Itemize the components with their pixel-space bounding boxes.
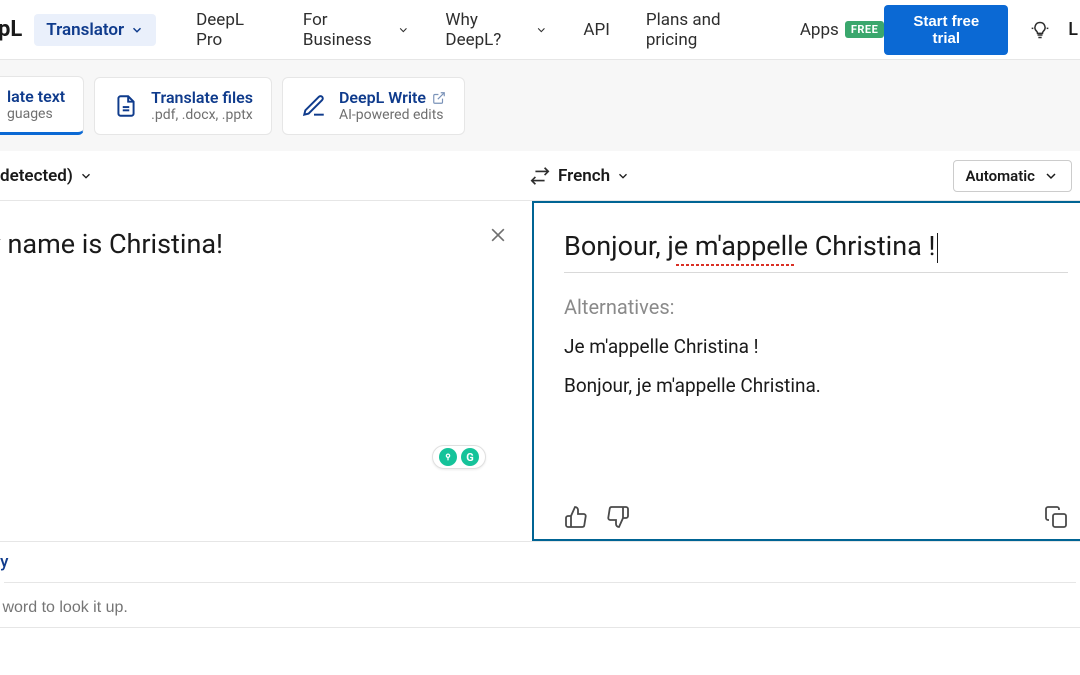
top-header: pL Translator DeepL Pro For Business Why… — [0, 0, 1080, 60]
target-language-label: French — [558, 166, 610, 186]
source-lang-area: detected) — [0, 166, 530, 186]
chevron-down-icon — [397, 23, 410, 37]
source-language-dropdown[interactable]: detected) — [0, 166, 93, 186]
target-pane: Bonjour, je m'appelle Christina ! Altern… — [532, 201, 1080, 541]
nav-why-deepl[interactable]: Why DeepL? — [445, 10, 547, 50]
tone-automatic-dropdown[interactable]: Automatic — [953, 160, 1073, 192]
close-icon — [488, 225, 508, 245]
alternative-2[interactable]: Bonjour, je m'appelle Christina. — [564, 374, 1068, 397]
dictionary-title: ry — [0, 552, 1076, 572]
header-right: L — [1008, 19, 1072, 40]
copy-button[interactable] — [1044, 505, 1068, 529]
chevron-down-icon — [79, 169, 93, 183]
target-language-dropdown[interactable]: French — [558, 166, 630, 186]
chevron-down-icon — [616, 169, 630, 183]
alternative-1[interactable]: Je m'appelle Christina ! — [564, 335, 1068, 358]
swap-icon — [529, 165, 551, 187]
login-link[interactable]: L — [1068, 19, 1078, 40]
translation-panes: y name is Christina! G Bonjour, je m'app… — [0, 201, 1080, 541]
chevron-down-icon — [1043, 168, 1059, 184]
chevron-down-icon — [130, 23, 144, 37]
tone-automatic-label: Automatic — [966, 167, 1036, 185]
mode-translate-text[interactable]: late text guages — [0, 76, 84, 135]
clear-source-button[interactable] — [488, 225, 508, 245]
text-cursor — [937, 233, 938, 263]
source-language-label: detected) — [0, 166, 73, 186]
mode-deepl-write[interactable]: DeepL Write AI-powered edits — [282, 77, 465, 135]
top-nav: DeepL Pro For Business Why DeepL? API Pl… — [196, 10, 884, 50]
grammarly-widget[interactable]: G — [432, 445, 486, 469]
nav-apps-label: Apps — [800, 20, 839, 40]
nav-for-business[interactable]: For Business — [303, 10, 410, 50]
target-lang-area: French Automatic — [530, 160, 1080, 192]
grammarly-pin-icon — [439, 448, 457, 466]
external-link-icon — [432, 91, 446, 105]
target-actions — [564, 505, 1068, 529]
grammarly-logo-icon: G — [461, 448, 479, 466]
target-divider — [564, 272, 1068, 273]
nav-why-deepl-label: Why DeepL? — [445, 10, 528, 50]
language-bar: detected) French Automatic — [0, 151, 1080, 201]
source-text[interactable]: y name is Christina! — [0, 227, 504, 262]
mode-write-sub: AI-powered edits — [339, 107, 446, 123]
lightbulb-icon[interactable] — [1030, 20, 1050, 40]
product-dropdown[interactable]: Translator — [34, 14, 156, 46]
mode-translate-files[interactable]: Translate files .pdf, .docx, .pptx — [94, 77, 272, 135]
nav-for-business-label: For Business — [303, 10, 391, 50]
mode-translate-text-sub: guages — [7, 106, 65, 122]
mode-translate-files-sub: .pdf, .docx, .pptx — [151, 107, 253, 123]
dictionary-section: ry — [0, 541, 1080, 628]
alternatives-label: Alternatives: — [564, 295, 1068, 319]
mode-write-title: DeepL Write — [339, 88, 446, 107]
thumbs-up-button[interactable] — [564, 505, 588, 529]
chevron-down-icon — [535, 23, 548, 37]
product-dropdown-label: Translator — [46, 20, 124, 40]
source-pane[interactable]: y name is Christina! G — [0, 201, 532, 541]
free-badge: FREE — [845, 21, 884, 38]
thumbs-down-button[interactable] — [606, 505, 630, 529]
pencil-icon — [301, 93, 327, 119]
logo[interactable]: pL — [0, 17, 34, 42]
mode-translate-text-title: late text — [7, 87, 65, 106]
dictionary-input[interactable] — [0, 599, 1070, 617]
start-free-trial-button[interactable]: Start free trial — [884, 5, 1008, 55]
swap-languages-button[interactable] — [526, 162, 554, 190]
mode-bar: late text guages Translate files .pdf, .… — [0, 60, 1080, 151]
mode-translate-files-title: Translate files — [151, 88, 253, 107]
spellcheck-underline — [676, 264, 794, 266]
document-icon — [113, 93, 139, 119]
nav-api[interactable]: API — [583, 20, 609, 40]
nav-plans[interactable]: Plans and pricing — [646, 10, 764, 50]
target-text[interactable]: Bonjour, je m'appelle Christina ! — [564, 229, 938, 264]
nav-deepl-pro[interactable]: DeepL Pro — [196, 10, 267, 50]
dictionary-input-row — [4, 582, 1076, 617]
nav-apps[interactable]: Apps FREE — [800, 20, 884, 40]
